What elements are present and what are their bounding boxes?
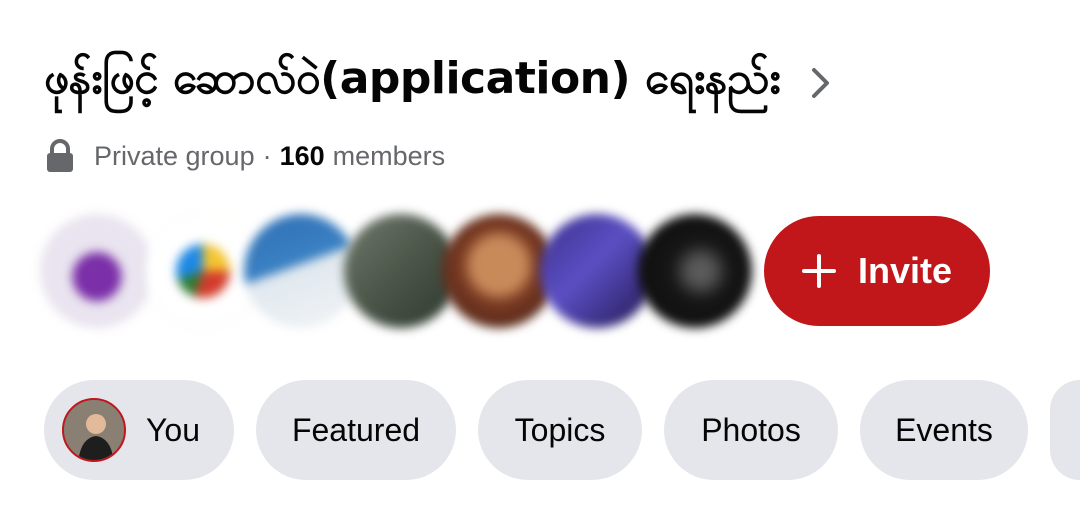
- tab-label: Featured: [291, 411, 421, 448]
- tab-featured[interactable]: Featured: [256, 380, 456, 480]
- avatar[interactable]: [540, 214, 654, 328]
- tab-topics[interactable]: Topics: [478, 380, 642, 480]
- avatar[interactable]: [638, 214, 752, 328]
- tab-label: Photos: [701, 411, 801, 448]
- avatar[interactable]: [244, 214, 358, 328]
- members-label[interactable]: members: [333, 141, 446, 172]
- tab-events[interactable]: Events: [860, 380, 1028, 480]
- avatar[interactable]: [40, 214, 154, 328]
- tab-label: Topics: [514, 411, 606, 448]
- avatar[interactable]: [344, 214, 458, 328]
- tab-label: Events: [895, 411, 993, 448]
- lock-icon: [44, 139, 76, 173]
- invite-button[interactable]: Invite: [764, 216, 990, 326]
- avatar: [62, 398, 126, 462]
- group-title-row[interactable]: ဖုန်းဖြင့် ဆောလ်ဝဲ(application) ရေးနည်း: [44, 48, 1040, 118]
- plus-icon: [801, 254, 836, 288]
- tab-you[interactable]: You: [44, 380, 234, 480]
- tab-more[interactable]: [1050, 380, 1080, 480]
- group-meta: Private group · 160 members: [44, 136, 445, 176]
- member-avatars[interactable]: [40, 214, 760, 330]
- group-title[interactable]: ဖုန်းဖြင့် ဆောလ်ဝဲ(application) ရေးနည်း: [44, 51, 781, 115]
- member-count[interactable]: 160: [280, 141, 325, 172]
- privacy-label: Private group: [94, 140, 255, 171]
- invite-label: Invite: [857, 250, 953, 291]
- avatar[interactable]: [442, 214, 556, 328]
- tab-photos[interactable]: Photos: [664, 380, 838, 480]
- group-tabs: You Featured Topics Photos Events: [44, 380, 1080, 480]
- meta-separator: ·: [262, 140, 272, 171]
- avatar[interactable]: [146, 214, 260, 328]
- tab-label: You: [146, 411, 200, 448]
- chevron-right-icon[interactable]: [806, 68, 836, 98]
